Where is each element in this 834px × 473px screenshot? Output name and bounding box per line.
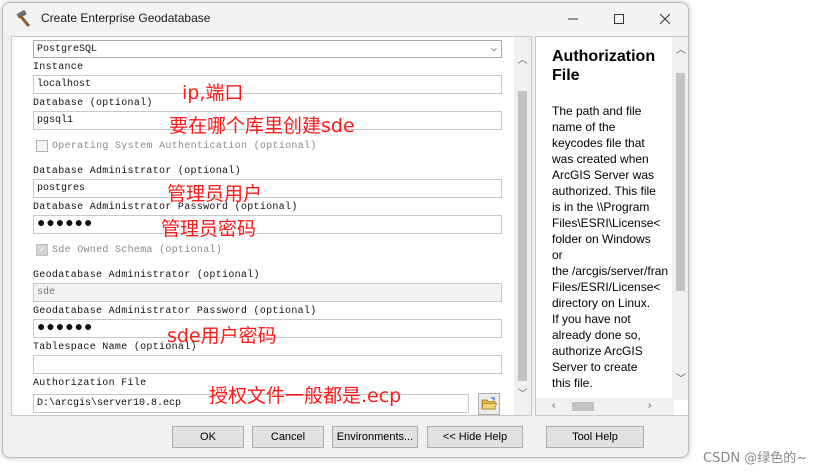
tablespace-input[interactable] — [33, 355, 502, 374]
scroll-down-icon[interactable]: ﹀ — [676, 370, 686, 385]
os-authentication-label: Operating System Authentication (optiona… — [52, 140, 317, 152]
gdb-admin-input[interactable]: sde — [33, 283, 502, 302]
close-icon — [660, 14, 670, 24]
help-vertical-scrollbar[interactable]: ︿ ﹀ — [672, 37, 688, 400]
open-folder-icon — [481, 397, 497, 410]
database-platform-value: PostgreSQL — [37, 44, 98, 55]
os-authentication-checkbox-row[interactable]: Operating System Authentication (optiona… — [36, 140, 317, 152]
annotation-gdb-admin-password: sde用户密码 — [167, 325, 277, 347]
annotation-database: 要在哪个库里创建sde — [169, 115, 355, 137]
chevron-down-icon: ⌵ — [490, 44, 497, 55]
scroll-right-icon[interactable]: › — [648, 400, 651, 411]
help-hscroll-thumb[interactable] — [572, 402, 594, 411]
gdb-admin-label: Geodatabase Administrator (optional) — [33, 270, 260, 281]
annotation-db-admin-password: 管理员密码 — [161, 218, 257, 240]
help-scrollbar-thumb[interactable] — [676, 73, 685, 291]
close-button[interactable] — [642, 3, 688, 35]
sde-owned-schema-checkbox[interactable]: ✓ — [36, 244, 48, 256]
minimize-icon — [568, 18, 578, 20]
maximize-icon — [614, 14, 624, 24]
annotation-db-admin: 管理员用户 — [167, 183, 263, 205]
help-title: Authorization File — [552, 48, 656, 84]
scrollbar-thumb[interactable] — [518, 91, 527, 381]
ok-button[interactable]: OK — [172, 426, 244, 448]
environments-button[interactable]: Environments... — [332, 426, 418, 448]
window-title: Create Enterprise Geodatabase — [41, 11, 211, 25]
cancel-button[interactable]: Cancel — [252, 426, 324, 448]
maximize-button[interactable] — [596, 3, 642, 35]
browse-file-button[interactable] — [478, 393, 500, 415]
tool-help-button[interactable]: Tool Help — [546, 426, 644, 448]
annotation-instance: ip,端口 — [182, 82, 244, 104]
gdb-admin-password-label: Geodatabase Administrator Password (opti… — [33, 306, 317, 317]
parameters-scrollbar[interactable]: ︿ ﹀ — [514, 37, 531, 415]
help-panel: Authorization File The path and file nam… — [535, 36, 688, 416]
annotation-authorization-file: 授权文件一般都是.ecp — [209, 385, 402, 407]
database-platform-select[interactable]: PostgreSQL ⌵ — [33, 40, 502, 58]
os-authentication-checkbox[interactable] — [36, 140, 48, 152]
instance-label: Instance — [33, 62, 84, 73]
parameters-panel: PostgreSQL ⌵ Instance localhost Database… — [11, 36, 532, 416]
database-label: Database (optional) — [33, 98, 153, 109]
help-body: The path and file name of the keycodes f… — [552, 104, 669, 390]
sde-owned-schema-checkbox-row[interactable]: ✓ Sde Owned Schema (optional) — [36, 244, 222, 256]
hammer-icon — [16, 10, 31, 28]
scroll-down-icon[interactable]: ﹀ — [514, 385, 531, 402]
scroll-left-icon[interactable]: ‹ — [552, 400, 555, 411]
db-admin-password-input[interactable]: ●●●●●● — [33, 215, 502, 234]
help-horizontal-scrollbar[interactable]: ‹ › — [536, 398, 674, 415]
db-admin-label: Database Administrator (optional) — [33, 166, 241, 177]
watermark: CSDN @绿色的~ — [703, 451, 808, 466]
scroll-up-icon[interactable]: ︿ — [514, 51, 531, 68]
scroll-up-icon[interactable]: ︿ — [676, 41, 686, 56]
hide-help-button[interactable]: << Hide Help — [427, 426, 523, 448]
instance-input[interactable]: localhost — [33, 75, 502, 94]
create-enterprise-geodatabase-dialog: Create Enterprise Geodatabase PostgreSQL… — [2, 2, 689, 458]
minimize-button[interactable] — [550, 3, 596, 35]
authorization-file-label: Authorization File — [33, 378, 147, 389]
title-bar: Create Enterprise Geodatabase — [3, 3, 688, 35]
db-admin-input[interactable]: postgres — [33, 179, 502, 198]
sde-owned-schema-label: Sde Owned Schema (optional) — [52, 244, 223, 256]
